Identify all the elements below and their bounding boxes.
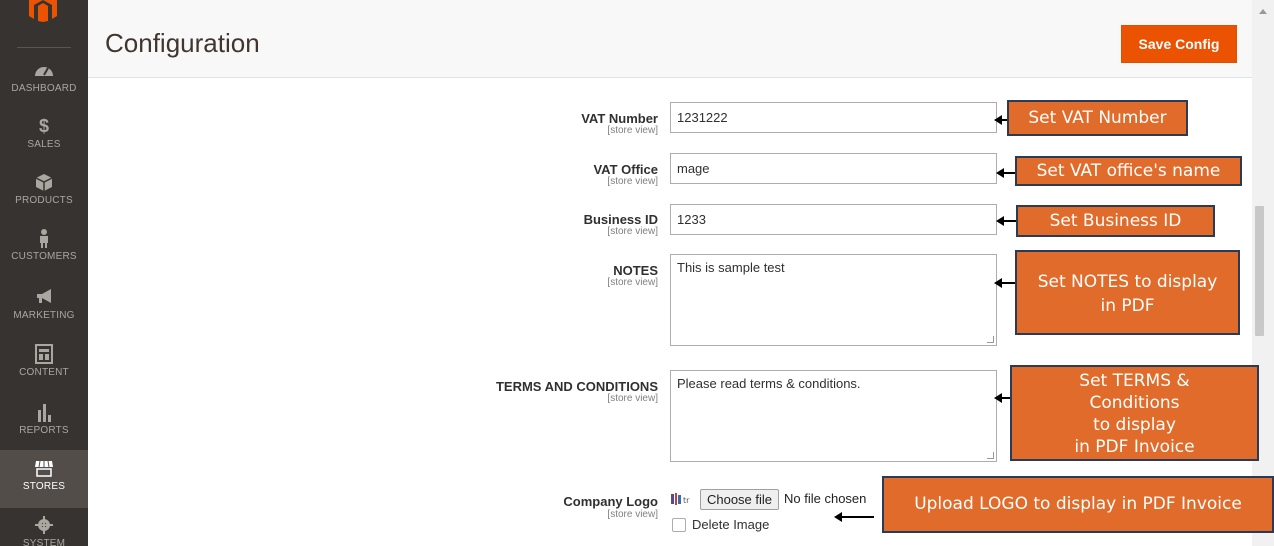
terms-scope: [store view] (607, 393, 658, 404)
terms-value: Please read terms & conditions. (677, 376, 861, 391)
sidebar-item-marketing[interactable]: MARKETING (0, 287, 88, 343)
notes-label: NOTES (613, 263, 658, 278)
sidebar-item-label: SYSTEM (22, 538, 66, 546)
terms-textarea[interactable]: Please read terms & conditions. (670, 370, 997, 462)
sidebar-item-label: SALES (27, 139, 61, 150)
arrow-left-icon (994, 278, 1016, 288)
box-icon (35, 174, 53, 191)
sidebar-divider (17, 47, 71, 48)
callout-notes-line: Set NOTES to display (1037, 272, 1218, 292)
no-file-chosen-text: No file chosen (784, 491, 867, 506)
dashboard-icon (35, 67, 53, 76)
bar-chart-icon (38, 404, 51, 422)
sidebar-item-customers[interactable]: CUSTOMERS (0, 228, 88, 284)
callout-logo: Upload LOGO to display in PDF Invoice (882, 476, 1274, 533)
notes-value: This is sample test (677, 260, 785, 275)
callout-notes: Set NOTES to display in PDF (1015, 250, 1240, 335)
page-header: Configuration Save Config (88, 0, 1252, 78)
scrollbar[interactable] (1252, 0, 1274, 546)
magento-logo[interactable] (26, 0, 60, 22)
arrow-left-icon (834, 512, 874, 522)
callout-terms-line: Set TERMS & (1079, 371, 1190, 391)
delete-image-checkbox[interactable] (672, 518, 686, 532)
business-id-input[interactable]: 1233 (670, 204, 997, 235)
sidebar-item-dashboard[interactable]: DASHBOARD (0, 60, 88, 116)
sidebar-item-label: REPORTS (19, 425, 69, 436)
vat-office-input[interactable]: mage (670, 153, 997, 184)
sidebar-item-content[interactable]: CONTENT (0, 344, 88, 400)
resize-grip-icon[interactable] (987, 452, 994, 459)
callout-terms-line: to display (1093, 415, 1176, 435)
callout-terms: Set TERMS & Conditions to display in PDF… (1010, 365, 1259, 461)
sidebar-item-sales[interactable]: $ SALES (0, 116, 88, 172)
vat-number-scope: [store view] (607, 125, 658, 136)
logo-thumbnail-icon: tr (671, 493, 690, 505)
callout-notes-line: in PDF (1100, 296, 1155, 316)
business-id-scope: [store view] (607, 226, 658, 237)
page-title: Configuration (105, 28, 260, 58)
sidebar-item-products[interactable]: PRODUCTS (0, 172, 88, 228)
arrow-left-icon (996, 168, 1016, 178)
sidebar-item-system[interactable]: SYSTEM (0, 515, 88, 546)
delete-image-label[interactable]: Delete Image (692, 517, 769, 532)
notes-scope: [store view] (607, 277, 658, 288)
vat-office-scope: [store view] (607, 176, 658, 187)
resize-grip-icon[interactable] (987, 336, 994, 343)
callout-business-id: Set Business ID (1016, 205, 1215, 237)
choose-file-button[interactable]: Choose file (700, 489, 779, 510)
megaphone-icon (37, 289, 51, 303)
vat-office-label: VAT Office (593, 162, 658, 177)
company-logo-scope: [store view] (607, 509, 658, 520)
company-logo-label: Company Logo (563, 494, 658, 509)
svg-text:tr: tr (683, 496, 690, 505)
layout-icon (35, 344, 53, 364)
callout-vat-office: Set VAT office's name (1015, 156, 1242, 186)
vat-number-label: VAT Number (581, 111, 658, 126)
terms-label: TERMS AND CONDITIONS (495, 379, 658, 394)
sidebar-item-label: CONTENT (19, 367, 69, 378)
callout-terms-line: in PDF Invoice (1074, 437, 1195, 457)
person-icon (40, 229, 48, 248)
scroll-thumb[interactable] (1255, 206, 1264, 336)
sidebar-item-label: CUSTOMERS (11, 251, 77, 262)
admin-sidebar: DASHBOARD $ SALES PRODUCTS CUSTOMERS MAR… (0, 0, 88, 546)
save-config-button[interactable]: Save Config (1121, 25, 1237, 63)
sidebar-item-label: PRODUCTS (15, 195, 73, 206)
gear-icon (35, 516, 53, 534)
callout-vat-number: Set VAT Number (1007, 100, 1188, 136)
sidebar-item-label: STORES (22, 481, 66, 492)
sidebar-item-stores[interactable]: STORES (0, 450, 88, 508)
business-id-label: Business ID (583, 212, 658, 227)
notes-textarea[interactable]: This is sample test (670, 254, 997, 346)
dollar-icon: $ (38, 116, 49, 136)
sidebar-item-label: DASHBOARD (11, 83, 77, 94)
vat-number-input[interactable]: 1231222 (670, 102, 997, 133)
callout-terms-line: Conditions (1089, 393, 1180, 413)
sidebar-item-label: MARKETING (13, 310, 75, 321)
storefront-icon (35, 460, 53, 477)
scroll-up-arrow-icon[interactable] (1259, 9, 1267, 14)
arrow-left-icon (996, 216, 1017, 226)
